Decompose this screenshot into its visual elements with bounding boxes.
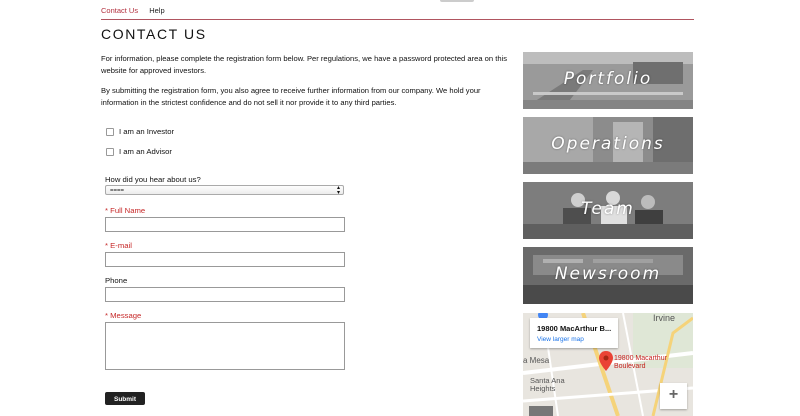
advisor-checkbox[interactable]: [106, 147, 114, 156]
portfolio-tile[interactable]: Portfolio: [523, 52, 693, 109]
fullname-label: * Full Name: [105, 206, 146, 215]
how-heard-label: How did you hear about us?: [105, 175, 201, 184]
phone-input[interactable]: [105, 287, 345, 302]
message-label: * Message: [105, 311, 142, 320]
operations-label: Operations: [551, 134, 665, 154]
nav-divider: [101, 19, 694, 20]
nav-contact-us-link[interactable]: Contact Us: [101, 6, 138, 15]
intro-paragraph-1: For information, please complete the reg…: [101, 54, 508, 75]
map-info-card: 19800 MacArthur B... View larger map: [530, 318, 618, 348]
newsroom-tile[interactable]: Newsroom: [523, 247, 693, 304]
portfolio-label: Portfolio: [563, 69, 653, 89]
map-zoom-in-button[interactable]: +: [660, 383, 687, 409]
nav-help-link[interactable]: Help: [149, 6, 164, 15]
view-larger-map-link[interactable]: View larger map: [537, 336, 584, 343]
investor-checkbox-row[interactable]: I am an Investor: [106, 127, 174, 136]
top-decoration: [440, 0, 474, 2]
top-nav: Contact Us Help: [101, 6, 174, 15]
page-title: CONTACT US: [101, 26, 207, 42]
operations-tile[interactable]: Operations: [523, 117, 693, 174]
email-input[interactable]: [105, 252, 345, 267]
how-heard-selected: ====: [110, 188, 125, 194]
phone-label: Phone: [105, 276, 128, 285]
map-label-irvine: Irvine: [653, 313, 676, 323]
team-tile[interactable]: Team: [523, 182, 693, 239]
advisor-checkbox-row[interactable]: I am an Advisor: [106, 147, 172, 156]
select-arrows-icon: ▴ ▾: [336, 185, 340, 196]
investor-label: I am an Investor: [119, 127, 175, 136]
map-place-name: 19800 MacArthur B...: [537, 324, 612, 333]
newsroom-label: Newsroom: [554, 264, 662, 284]
advisor-label: I am an Advisor: [119, 147, 172, 156]
map-label-santa-ana-heights: Santa Ana Heights: [530, 376, 565, 393]
investor-checkbox[interactable]: [106, 127, 114, 136]
how-heard-select[interactable]: ==== ▴ ▾: [105, 185, 344, 196]
email-label: * E-mail: [105, 241, 132, 250]
message-textarea[interactable]: [105, 322, 345, 370]
map-label-costa-mesa: a Mesa: [523, 356, 550, 365]
map-pin-label: 19800 Macarthur Boulevard: [614, 355, 667, 370]
submit-button[interactable]: Submit: [105, 392, 145, 405]
map-pin-icon[interactable]: [599, 351, 613, 371]
team-label: Team: [581, 199, 635, 219]
intro-paragraph-2: By submitting the registration form, you…: [101, 86, 481, 107]
fullname-input[interactable]: [105, 217, 345, 232]
